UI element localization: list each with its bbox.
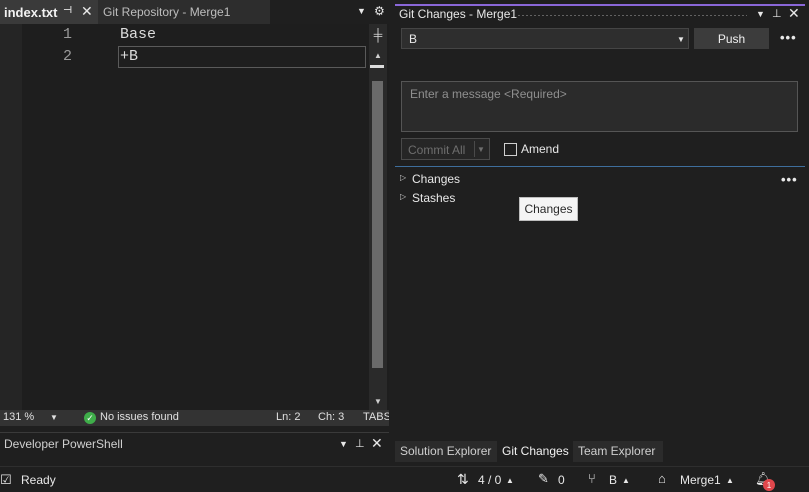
indent-mode[interactable]: TABS [363,411,391,423]
close-icon[interactable]: ✕ [81,3,93,20]
git-changes-panel: Git Changes - Merge1 ▼ ⊥ ✕ B ▼ Push ••• … [395,4,805,441]
pin-icon[interactable]: ⊥ [355,437,365,450]
split-divider [474,141,475,157]
line-number: 2 [62,48,72,65]
tab-solution-explorer[interactable]: Solution Explorer [395,441,497,462]
tab-index-txt[interactable]: index.txt ⊣ ✕ [0,0,98,24]
expand-icon[interactable]: ▷ [400,192,406,201]
title-grip[interactable] [517,14,747,17]
editor-tab-bar: index.txt ⊣ ✕ Git Repository - Merge1 ▼ … [0,0,389,24]
close-icon[interactable]: ✕ [371,435,383,452]
scroll-up-icon[interactable]: ▲ [369,49,387,61]
current-line-highlight [118,46,366,68]
tab-label: index.txt [4,4,58,20]
branch-select[interactable]: B ▼ [401,28,689,49]
panel-title[interactable]: Git Changes - Merge1 [399,7,517,21]
column-indicator[interactable]: Ch: 3 [318,411,344,423]
changes-section[interactable]: Changes [412,172,460,186]
tab-git-repository[interactable]: Git Repository - Merge1 [98,0,270,24]
editor-status-bar: 131 % ▼ ✓ No issues found Ln: 2 Ch: 3 TA… [0,410,391,426]
pencil-icon[interactable]: ✎ [538,471,549,487]
amend-label[interactable]: Amend [521,142,559,156]
chevron-up-icon[interactable]: ▲ [726,476,734,485]
zoom-level[interactable]: 131 % [3,411,34,423]
code-line[interactable]: Base [120,26,156,43]
scroll-thumb[interactable] [372,81,383,368]
section-divider [395,166,805,167]
expand-icon[interactable]: ▷ [400,173,406,182]
line-number: 1 [62,26,72,43]
tooltip: Changes [519,197,578,221]
tab-dropdown-icon[interactable]: ▼ [357,6,366,16]
zoom-dropdown-icon[interactable]: ▼ [50,413,58,422]
current-branch[interactable]: B [609,473,617,487]
sync-arrows-icon[interactable]: ⇅ [457,471,469,488]
stashes-section[interactable]: Stashes [412,191,455,205]
line-indicator[interactable]: Ln: 2 [276,411,300,423]
code-line[interactable]: +B [120,48,138,65]
ready-status: Ready [21,473,56,487]
pin-icon[interactable]: ⊣ [63,5,72,16]
text-editor[interactable]: 1 Base 2 +B ╪ ▲ ▼ [0,24,389,410]
split-editor-icon[interactable]: ╪ [369,26,387,44]
scroll-position-marker [370,65,384,68]
active-panel-indicator [395,4,805,6]
check-circle-icon: ✓ [84,412,96,424]
gear-icon[interactable]: ⚙ [374,4,385,18]
pending-changes-count[interactable]: 0 [558,473,565,487]
chevron-down-icon: ▼ [677,35,685,44]
sync-count[interactable]: 4 / 0 [478,473,501,487]
git-branch-icon[interactable]: ⑂ [588,471,596,486]
ready-check-icon: ☑ [0,472,12,487]
repository-icon[interactable]: ⌂ [658,471,666,486]
push-button[interactable]: Push [694,28,769,49]
developer-powershell-pane: Developer PowerShell ▼ ⊥ ✕ [0,432,389,466]
main-status-bar: ☑ Ready ⇅ 4 / 0 ▲ ✎ 0 ⑂ B ▲ ⌂ Merge1 ▲ 🔔… [0,466,809,492]
amend-checkbox[interactable] [504,143,517,156]
chevron-down-icon[interactable]: ▼ [756,9,765,19]
pane-title[interactable]: Developer PowerShell [4,437,123,451]
tab-label: Git Repository - Merge1 [103,5,231,19]
tab-team-explorer[interactable]: Team Explorer [573,441,663,462]
more-options-icon[interactable]: ••• [781,172,798,187]
branch-value: B [409,32,418,46]
issues-status[interactable]: No issues found [100,411,179,423]
commit-all-button[interactable]: Commit All ▼ [401,138,490,160]
pin-icon[interactable]: ⊥ [772,7,782,20]
chevron-down-icon[interactable]: ▼ [477,145,485,154]
current-repository[interactable]: Merge1 [680,473,721,487]
chevron-up-icon[interactable]: ▲ [622,476,630,485]
close-icon[interactable]: ✕ [788,5,800,22]
editor-margin [0,24,22,410]
chevron-up-icon[interactable]: ▲ [506,476,514,485]
commit-message-input[interactable]: Enter a message <Required> [401,81,798,132]
tab-git-changes[interactable]: Git Changes [497,441,573,462]
more-options-icon[interactable]: ••• [780,30,797,45]
scroll-down-icon[interactable]: ▼ [369,395,387,407]
chevron-down-icon[interactable]: ▼ [339,439,348,449]
bottom-tab-bar: Solution Explorer Git Changes Team Explo… [395,441,809,462]
notification-badge: 1 [763,479,775,491]
commit-all-label: Commit All [408,143,466,157]
